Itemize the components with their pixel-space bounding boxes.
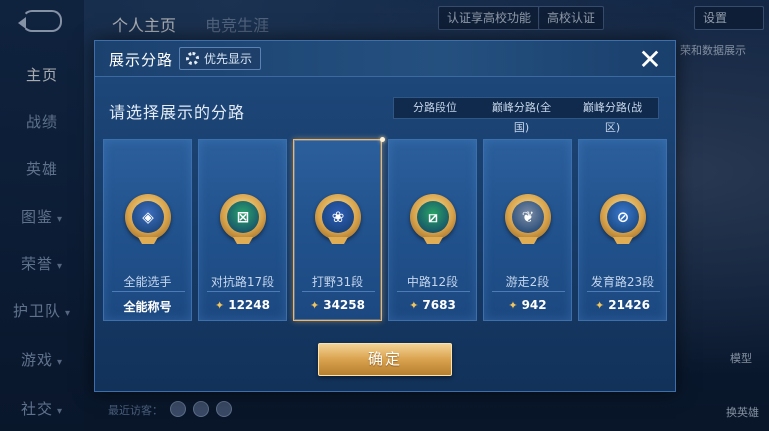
lane-score-value: 21426 bbox=[608, 298, 650, 312]
lane-score-value: 942 bbox=[521, 298, 547, 312]
tab-peak-lane-region[interactable]: 巅峰分路(战区) bbox=[567, 98, 658, 134]
lane-score: ✦ 942 bbox=[484, 298, 571, 312]
close-icon[interactable]: ✕ bbox=[635, 45, 665, 75]
lane-score: ✦ 34258 bbox=[294, 298, 381, 312]
lane-card[interactable]: ❀ 打野31段 ✦ 34258 bbox=[293, 137, 385, 321]
divider bbox=[207, 291, 280, 292]
gear-icon bbox=[186, 52, 199, 65]
emblem-glyph: ⧄ bbox=[417, 201, 449, 233]
dialog-title: 展示分路 bbox=[109, 51, 174, 69]
mid-lane-emblem-icon: ⧄ bbox=[410, 194, 456, 244]
confirm-button[interactable]: 确定 bbox=[318, 343, 452, 376]
farm-lane-emblem-icon: ⊘ bbox=[600, 194, 646, 244]
lane-score-value: 7683 bbox=[422, 298, 456, 312]
lane-score: ✦ 7683 bbox=[389, 298, 476, 312]
lane-rank-label: 中路12段 bbox=[406, 275, 459, 289]
jungle-emblem-icon: ❀ bbox=[315, 194, 361, 244]
priority-display-label: 优先显示 bbox=[204, 52, 253, 66]
peak-score-icon: ✦ bbox=[409, 298, 419, 312]
peak-score-icon: ✦ bbox=[215, 298, 225, 312]
lane-card[interactable]: ⊠ 对抗路17段 ✦ 12248 bbox=[198, 139, 287, 321]
lane-card[interactable]: ⊘ 发育路23段 ✦ 21426 bbox=[578, 139, 667, 321]
roam-emblem-icon: ❦ bbox=[505, 194, 551, 244]
clash-lane-emblem-icon: ⊠ bbox=[220, 194, 266, 244]
peak-score-icon: ✦ bbox=[310, 298, 320, 312]
lane-rank-label: 全能选手 bbox=[123, 275, 172, 289]
lane-score: ✦ 21426 bbox=[579, 298, 666, 312]
lane-card[interactable]: ❦ 游走2段 ✦ 942 bbox=[483, 139, 572, 321]
filter-tab-group: 分路段位 巅峰分路(全国) 巅峰分路(战区) bbox=[393, 97, 659, 134]
emblem-glyph: ❀ bbox=[322, 201, 354, 233]
lane-score-value: 12248 bbox=[228, 298, 270, 312]
emblem-glyph: ⊠ bbox=[227, 201, 259, 233]
lane-score: ✦ 12248 bbox=[199, 298, 286, 312]
lane-card[interactable]: ◈ 全能选手全能称号 bbox=[103, 139, 192, 321]
peak-score-icon: ✦ bbox=[595, 298, 605, 312]
lane-rank-label: 游走2段 bbox=[505, 275, 550, 289]
peak-score-icon: ✦ bbox=[508, 298, 518, 312]
lane-rank-label: 对抗路17段 bbox=[210, 275, 275, 289]
lane-rank-label: 打野31段 bbox=[311, 275, 364, 289]
lane-score-value: 34258 bbox=[323, 298, 365, 312]
emblem-glyph: ◈ bbox=[132, 201, 164, 233]
all-round-emblem-icon: ◈ bbox=[125, 194, 171, 244]
tab-peak-lane-national[interactable]: 巅峰分路(全国) bbox=[476, 98, 567, 134]
divider bbox=[112, 291, 185, 292]
lane-rank-label: 发育路23段 bbox=[590, 275, 655, 289]
divider bbox=[397, 291, 470, 292]
lane-card-list: ◈ 全能选手 全能称号 ⊠ 对抗路17段 ✦ 12248 ❀ 打野31段 ✦ 34258 ⧄ 中路12段… bbox=[103, 137, 669, 321]
dialog-header: 展示分路 优先显示 ✕ bbox=[95, 41, 675, 77]
divider bbox=[492, 291, 565, 292]
divider bbox=[587, 291, 660, 292]
lane-score-value: 全能称号 bbox=[123, 300, 172, 314]
priority-display-button[interactable]: 优先显示 bbox=[179, 47, 262, 70]
divider bbox=[302, 291, 375, 292]
select-lane-prompt: 请选择展示的分路 bbox=[109, 103, 246, 122]
lane-display-dialog: 展示分路 优先显示 ✕ 请选择展示的分路 分路段位 巅峰分路(全国) 巅峰分路(… bbox=[94, 40, 676, 392]
tab-lane-rank[interactable]: 分路段位 bbox=[394, 98, 476, 118]
emblem-glyph: ⊘ bbox=[607, 201, 639, 233]
lane-card[interactable]: ⧄ 中路12段 ✦ 7683 bbox=[388, 139, 477, 321]
emblem-glyph: ❦ bbox=[512, 201, 544, 233]
lane-score: 全能称号 bbox=[104, 298, 191, 315]
selected-sparkle-icon bbox=[380, 137, 385, 142]
